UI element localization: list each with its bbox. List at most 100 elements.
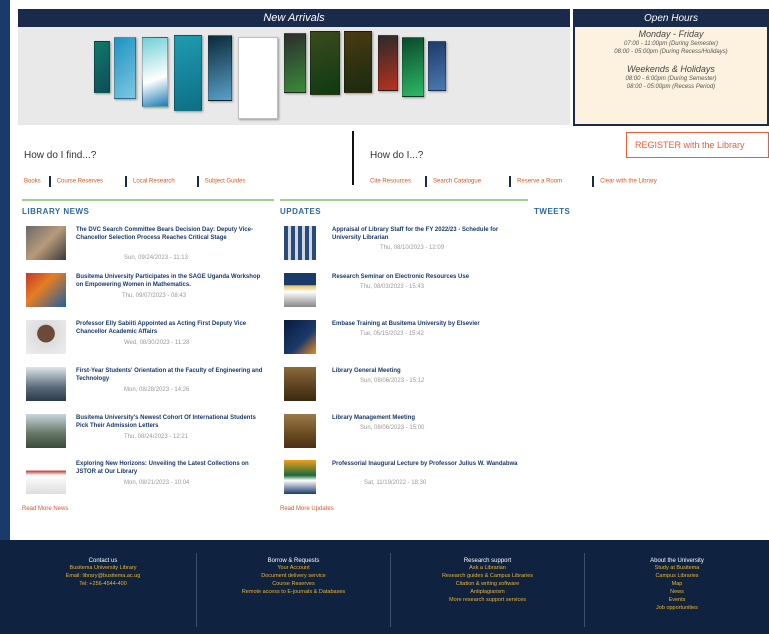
update-date: Thu, 08/03/2023 - 15:43	[360, 284, 425, 290]
footer-link[interactable]: Campus Libraries	[585, 572, 769, 580]
read-more-updates-link[interactable]: Read More Updates	[280, 506, 334, 512]
how-do-i-find-heading: How do I find...?	[24, 150, 97, 161]
open-hours-panel: Open Hours Monday - Friday 07:00 - 11:00…	[573, 9, 769, 126]
footer-link[interactable]: Map	[585, 580, 769, 588]
update-title[interactable]: Library Management Meeting	[332, 414, 518, 422]
news-title[interactable]: Busitema University Participates in the …	[76, 273, 266, 289]
update-item[interactable]: Research Seminar on Electronic Resources…	[284, 273, 524, 309]
book-cover[interactable]	[284, 33, 306, 93]
book-cover[interactable]	[142, 37, 168, 107]
book-cover[interactable]	[378, 35, 398, 91]
link-cite-resources[interactable]: Cite Resources	[370, 179, 411, 185]
news-title[interactable]: Exploring New Horizons: Unveiling the La…	[76, 460, 266, 476]
news-item[interactable]: Busitema University's Newest Cohort Of I…	[26, 414, 266, 450]
footer-link[interactable]: Citation & writing software	[391, 580, 584, 588]
news-thumbnail	[26, 226, 66, 260]
news-item[interactable]: Exploring New Horizons: Unveiling the La…	[26, 460, 266, 496]
update-thumbnail	[284, 367, 316, 401]
update-thumbnail	[284, 320, 316, 354]
update-item[interactable]: Library Management Meeting Sun, 08/06/20…	[284, 414, 524, 450]
news-item[interactable]: The DVC Search Committee Bears Decision …	[26, 226, 266, 264]
footer-link[interactable]: Antiplagiarism	[391, 588, 584, 596]
update-date: Thu, 08/10/2023 - 12:09	[380, 245, 445, 251]
update-item[interactable]: Embase Training at Busitema University b…	[284, 320, 524, 356]
book-cover[interactable]	[114, 37, 136, 99]
update-title[interactable]: Research Seminar on Electronic Resources…	[332, 273, 518, 281]
link-course-reserves[interactable]: Course Reserves	[57, 179, 103, 185]
footer-link[interactable]: News	[585, 588, 769, 596]
weekend-time: 08:00 - 6:00pm (During Semester)	[625, 76, 717, 82]
footer-link[interactable]: Email: library@busitema.ac.ug	[10, 572, 196, 580]
footer-link[interactable]: Study at Busitema	[585, 564, 769, 572]
footer-link[interactable]: Events	[585, 596, 769, 604]
footer-link[interactable]: Busitema University Library	[10, 564, 196, 572]
footer-about: About the University Study at Busitema C…	[585, 545, 769, 634]
footer-link[interactable]: Ask a Librarian	[391, 564, 584, 572]
footer-link[interactable]: Your Account	[197, 564, 390, 572]
footer-link[interactable]: More research support services	[391, 596, 584, 604]
news-date: Wed, 08/30/2023 - 11:28	[124, 340, 190, 346]
read-more-news-link[interactable]: Read More News	[22, 506, 68, 512]
main-page: New Arrivals Open Hours Monday - Friday …	[10, 0, 769, 540]
news-date: Thu, 08/24/2023 - 12:21	[124, 434, 189, 440]
link-books[interactable]: Books	[24, 179, 41, 185]
news-date: Sun, 09/24/2023 - 11:13	[124, 255, 188, 261]
news-thumbnail	[26, 414, 66, 448]
register-button[interactable]: REGISTER with the Library	[626, 132, 769, 158]
update-item[interactable]: Professorial Inaugural Lecture by Profes…	[284, 460, 524, 496]
book-cover[interactable]	[402, 37, 424, 97]
update-title[interactable]: Appraisal of Library Staff for the FY 20…	[332, 226, 518, 242]
footer-link[interactable]: Research guides & Campus Libraries	[391, 572, 584, 580]
news-item[interactable]: First-Year Students' Orientation at the …	[26, 367, 266, 403]
link-reserve-room[interactable]: Reserve a Room	[517, 179, 562, 185]
update-thumbnail	[284, 226, 316, 260]
update-date: Sun, 08/06/2023 - 15:12	[360, 378, 425, 384]
update-thumbnail	[284, 460, 316, 494]
footer-link[interactable]: Tel: +256-4544-400	[10, 580, 196, 588]
news-rule	[22, 199, 274, 201]
news-date: Mon, 08/21/2023 - 10:04	[124, 480, 190, 486]
update-thumbnail	[284, 414, 316, 448]
open-hours-title: Open Hours	[575, 11, 767, 27]
update-title[interactable]: Library General Meeting	[332, 367, 518, 375]
link-subject-guides[interactable]: Subject Guides	[205, 179, 246, 185]
book-cover[interactable]	[174, 35, 202, 111]
tweets-title: TWEETS	[534, 207, 571, 216]
book-cover[interactable]	[344, 31, 372, 93]
new-arrivals-title: New Arrivals	[18, 9, 570, 27]
section-divider	[352, 131, 354, 185]
news-date: Mon, 08/28/2023 - 14:26	[124, 387, 190, 393]
news-title[interactable]: The DVC Search Committee Bears Decision …	[76, 226, 264, 242]
book-cover[interactable]	[238, 37, 278, 119]
book-cover[interactable]	[428, 41, 446, 91]
footer-link[interactable]: Document delivery service	[197, 572, 390, 580]
news-item[interactable]: Busitema University Participates in the …	[26, 273, 266, 309]
update-date: Tue, 05/15/2023 - 15:42	[360, 331, 424, 337]
news-title[interactable]: Busitema University's Newest Cohort Of I…	[76, 414, 266, 430]
news-title[interactable]: Professor Elly Sabiiti Appointed as Acti…	[76, 320, 266, 336]
news-title[interactable]: First-Year Students' Orientation at the …	[76, 367, 266, 383]
book-cover[interactable]	[310, 31, 340, 95]
new-arrivals-carousel[interactable]: New Arrivals	[18, 9, 570, 125]
update-item[interactable]: Library General Meeting Sun, 08/06/2023 …	[284, 367, 524, 403]
link-clear-library[interactable]: Clear with the Library	[600, 179, 657, 185]
update-date: Sat, 11/19/2022 - 18:30	[364, 480, 427, 486]
news-item[interactable]: Professor Elly Sabiiti Appointed as Acti…	[26, 320, 266, 356]
link-search-catalogue[interactable]: Search Catalogue	[433, 179, 481, 185]
footer-link[interactable]: Remote access to E-journals & Databases	[197, 588, 390, 596]
weekend-heading: Weekends & Holidays	[627, 64, 715, 74]
link-local-research[interactable]: Local Research	[133, 179, 175, 185]
news-thumbnail	[26, 320, 66, 354]
news-thumbnail	[26, 367, 66, 401]
update-title[interactable]: Professorial Inaugural Lecture by Profes…	[332, 460, 518, 468]
how-do-i-heading: How do I...?	[370, 150, 424, 161]
find-links-row: Books Course Reserves Local Research Subjec…	[24, 176, 245, 187]
library-news-title: LIBRARY NEWS	[22, 207, 90, 216]
book-cover[interactable]	[94, 41, 110, 93]
update-item[interactable]: Appraisal of Library Staff for the FY 20…	[284, 226, 524, 262]
update-title[interactable]: Embase Training at Busitema University b…	[332, 320, 518, 328]
left-edge-strip	[0, 0, 10, 540]
book-cover[interactable]	[208, 35, 232, 101]
footer-link[interactable]: Course Reserves	[197, 580, 390, 588]
footer-link[interactable]: Job opportunities	[585, 604, 769, 612]
